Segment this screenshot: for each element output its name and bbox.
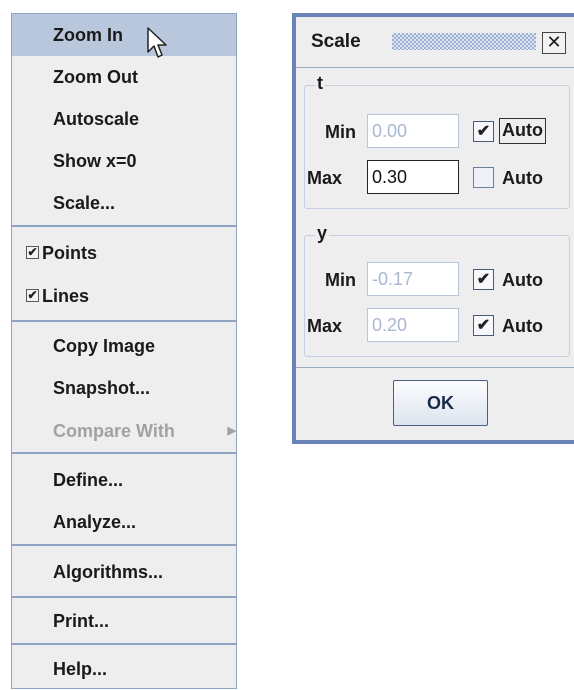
y-max-auto-checkbox[interactable]: ✔ (473, 315, 494, 336)
menu-separator (12, 320, 236, 322)
menu-item-label: Define... (53, 470, 124, 490)
menu-item-lines[interactable]: ✔ Lines (12, 275, 236, 317)
group-y: y Min -0.17 ✔ Auto Max 0.20 ✔ Auto (304, 223, 570, 357)
menu-item-label: Snapshot... (53, 378, 151, 398)
y-max-field[interactable]: 0.20 (367, 308, 459, 342)
group-t: t Min 0.00 ✔ Auto Max 0.30 Auto (304, 73, 570, 209)
y-min-field[interactable]: -0.17 (367, 262, 459, 296)
scale-dialog: Scale ✕ t Min 0.00 ✔ Auto Max 0.30 Auto … (292, 13, 574, 444)
t-min-field[interactable]: 0.00 (367, 114, 459, 148)
menu-item-zoom-out[interactable]: Zoom Out (12, 56, 236, 98)
titlebar-grip[interactable] (392, 33, 536, 50)
t-min-auto-label[interactable]: Auto (499, 118, 546, 144)
checkbox-check-icon: ✔ (26, 245, 39, 259)
menu-item-help[interactable]: Help... (12, 648, 236, 690)
ok-button[interactable]: OK (393, 380, 488, 426)
menu-separator (12, 596, 236, 598)
menu-item-label: Help... (53, 659, 108, 679)
dialog-body: Scale ✕ t Min 0.00 ✔ Auto Max 0.30 Auto … (296, 17, 574, 440)
t-max-auto-checkbox[interactable] (473, 167, 494, 188)
menu-item-label: Lines (42, 286, 90, 306)
menu-item-define[interactable]: Define... (12, 459, 236, 501)
menu-item-points[interactable]: ✔ Points (12, 232, 236, 274)
y-max-auto-label[interactable]: Auto (502, 316, 543, 337)
menu-item-label: Compare With (53, 421, 175, 441)
group-label-y: y (315, 223, 330, 244)
titlebar-divider (296, 67, 574, 68)
close-icon[interactable]: ✕ (542, 32, 566, 54)
menu-item-print[interactable]: Print... (12, 600, 236, 642)
button-bar-divider (296, 367, 574, 368)
menu-separator (12, 544, 236, 546)
mouse-pointer-icon (147, 27, 167, 58)
y-min-auto-label[interactable]: Auto (502, 270, 543, 291)
dialog-title: Scale (311, 31, 361, 52)
context-menu: Zoom In Zoom Out Autoscale Show x=0 Scal… (11, 13, 237, 689)
t-max-field[interactable]: 0.30 (367, 160, 459, 194)
dialog-titlebar[interactable]: Scale ✕ (296, 17, 574, 67)
y-min-label: Min (325, 270, 356, 290)
menu-item-label: Points (42, 243, 98, 263)
checkbox-check-icon: ✔ (26, 288, 39, 302)
t-max-auto-label[interactable]: Auto (502, 168, 543, 189)
menu-item-label: Scale... (53, 193, 116, 213)
menu-item-autoscale[interactable]: Autoscale (12, 98, 236, 140)
t-min-auto-checkbox[interactable]: ✔ (473, 121, 494, 142)
menu-item-snapshot[interactable]: Snapshot... (12, 367, 236, 409)
t-min-label: Min (325, 122, 356, 142)
menu-item-copy-image[interactable]: Copy Image (12, 325, 236, 367)
menu-separator (12, 643, 236, 645)
menu-item-zoom-in[interactable]: Zoom In (12, 14, 236, 56)
menu-item-compare-with: Compare With ▶ (12, 410, 236, 452)
menu-item-scale[interactable]: Scale... (12, 182, 236, 224)
menu-item-label: Print... (53, 611, 110, 631)
menu-item-label: Show x=0 (53, 151, 137, 171)
y-min-auto-checkbox[interactable]: ✔ (473, 269, 494, 290)
right-triangle-icon: ▶ (227, 425, 236, 437)
y-max-label: Max (307, 316, 343, 336)
menu-item-label: Zoom Out (53, 67, 138, 87)
menu-separator (12, 225, 236, 227)
menu-item-label: Algorithms... (53, 562, 164, 582)
menu-separator (12, 452, 236, 454)
menu-item-show-x0[interactable]: Show x=0 (12, 140, 236, 182)
menu-item-label: Analyze... (53, 512, 137, 532)
menu-item-label: Autoscale (53, 109, 140, 129)
menu-item-algorithms[interactable]: Algorithms... (12, 551, 236, 593)
menu-item-analyze[interactable]: Analyze... (12, 501, 236, 543)
menu-item-label: Copy Image (53, 336, 156, 356)
group-label-t: t (315, 73, 325, 94)
t-max-label: Max (307, 168, 343, 188)
menu-item-label: Zoom In (53, 25, 123, 45)
